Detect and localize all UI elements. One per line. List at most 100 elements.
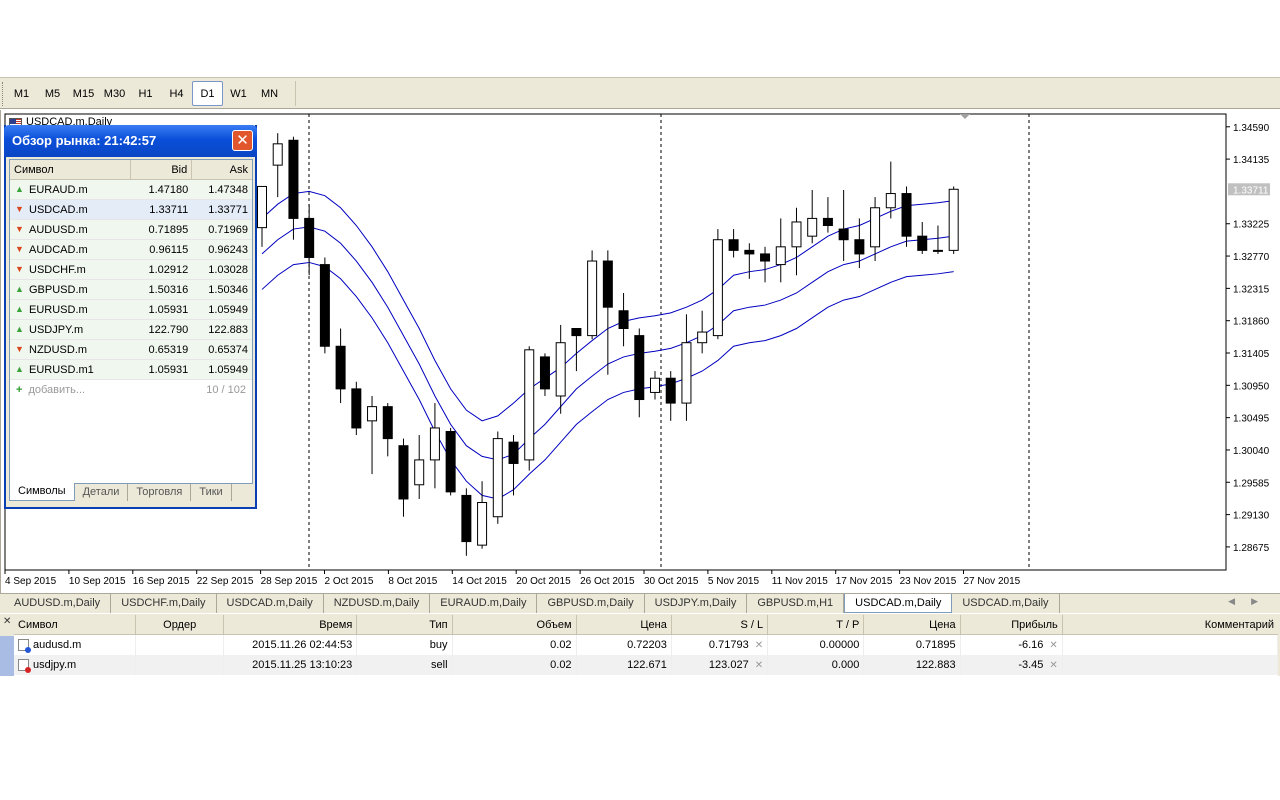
chart-tab[interactable]: GBPUSD.m,Daily	[537, 594, 645, 613]
bull-candle[interactable]	[870, 207, 881, 248]
timeframe-button-mn[interactable]: MN	[254, 81, 285, 106]
bear-candle[interactable]	[335, 345, 346, 390]
bear-candle[interactable]	[304, 217, 315, 258]
market-watch-row[interactable]: ▼ AUDUSD.m 0.71895 0.71969	[10, 220, 252, 240]
market-watch-titlebar[interactable]: Обзор рынка: 21:42:57 ✕	[4, 125, 257, 157]
column-header-type[interactable]: Тип	[357, 615, 453, 634]
bear-candle[interactable]	[445, 430, 456, 493]
bull-candle[interactable]	[948, 188, 959, 251]
chart-tab[interactable]: USDCAD.m,Daily	[952, 594, 1060, 613]
bear-candle[interactable]	[508, 441, 519, 464]
bear-candle[interactable]	[854, 239, 865, 255]
bull-candle[interactable]	[257, 185, 267, 229]
bull-candle[interactable]	[807, 217, 818, 237]
add-symbol-row[interactable]: + добавить... 10 / 102	[10, 380, 252, 400]
bull-candle[interactable]	[367, 406, 378, 422]
bear-candle[interactable]	[539, 356, 550, 390]
market-watch-row[interactable]: ▲ EURAUD.m 1.47180 1.47348	[10, 180, 252, 200]
trade-stop-loss[interactable]: 0.71793 ✕	[672, 635, 769, 655]
tab-scroll-arrows[interactable]: ◀▶	[1228, 596, 1274, 607]
bull-candle[interactable]	[681, 342, 692, 404]
close-icon[interactable]: ✕	[232, 130, 253, 151]
bear-candle[interactable]	[351, 388, 362, 429]
market-watch-row[interactable]: ▼ AUDCAD.m 0.96115 0.96243	[10, 240, 252, 260]
bull-candle[interactable]	[885, 193, 896, 209]
bull-candle[interactable]	[697, 331, 708, 344]
bull-candle[interactable]	[414, 459, 425, 486]
chart-tab[interactable]: USDJPY.m,Daily	[645, 594, 748, 613]
trade-row[interactable]: audusd.m 2015.11.26 02:44:53 buy 0.02 0.7220…	[14, 635, 1279, 655]
remove-sl-icon[interactable]: ✕	[755, 640, 763, 651]
timeframe-button-w1[interactable]: W1	[223, 81, 254, 106]
bull-candle[interactable]	[932, 249, 943, 252]
trade-stop-loss[interactable]: 123.027 ✕	[672, 655, 769, 675]
market-watch-tab[interactable]: Торговля	[128, 484, 192, 501]
column-header-volume[interactable]: Объем	[453, 615, 577, 634]
bear-candle[interactable]	[602, 260, 613, 308]
bear-candle[interactable]	[665, 377, 676, 404]
column-header-profit[interactable]: Прибыль	[961, 615, 1063, 634]
close-position-icon[interactable]: ✕	[1049, 640, 1057, 651]
bear-candle[interactable]	[760, 253, 771, 262]
column-header-symbol[interactable]: Символ	[14, 615, 137, 634]
market-watch-row[interactable]: ▲ EURUSD.m 1.05931 1.05949	[10, 300, 252, 320]
close-position-icon[interactable]: ✕	[1049, 660, 1057, 671]
timeframe-button-m30[interactable]: M30	[99, 81, 130, 106]
bear-candle[interactable]	[382, 406, 393, 440]
bull-candle[interactable]	[272, 143, 283, 166]
market-watch-row[interactable]: ▲ GBPUSD.m 1.50316 1.50346	[10, 280, 252, 300]
close-icon[interactable]: ✕	[3, 616, 11, 627]
column-header-order[interactable]: Ордер	[136, 615, 225, 634]
column-header-sl[interactable]: S / L	[672, 615, 769, 634]
bear-candle[interactable]	[634, 335, 645, 401]
bear-candle[interactable]	[398, 445, 409, 500]
bull-candle[interactable]	[712, 239, 723, 337]
bear-candle[interactable]	[744, 249, 755, 255]
chart-tab[interactable]: USDCAD.m,Daily	[217, 594, 324, 613]
market-watch-row[interactable]: ▲ EURUSD.m1 1.05931 1.05949	[10, 360, 252, 380]
bear-candle[interactable]	[618, 310, 629, 330]
bull-candle[interactable]	[524, 349, 535, 461]
market-watch-tab[interactable]: Символы	[9, 483, 75, 501]
bear-candle[interactable]	[319, 264, 330, 347]
bear-candle[interactable]	[822, 217, 833, 227]
timeframe-button-m15[interactable]: M15	[68, 81, 99, 106]
bull-candle[interactable]	[429, 427, 440, 461]
column-header-ask[interactable]: Ask	[192, 160, 252, 179]
chart-tab[interactable]: EURAUD.m,Daily	[430, 594, 538, 613]
timeframe-button-m1[interactable]: M1	[6, 81, 37, 106]
bear-candle[interactable]	[728, 239, 739, 251]
bull-candle[interactable]	[492, 438, 503, 518]
remove-sl-icon[interactable]: ✕	[755, 660, 763, 671]
column-header-comment[interactable]: Комментарий	[1063, 615, 1278, 634]
chart-tab[interactable]: GBPUSD.m,H1	[747, 594, 845, 613]
market-watch-tab[interactable]: Детали	[75, 484, 129, 501]
bull-candle[interactable]	[650, 377, 660, 393]
bear-candle[interactable]	[288, 139, 299, 219]
bear-candle[interactable]	[917, 235, 928, 251]
chart-tab[interactable]: AUDUSD.m,Daily	[4, 594, 112, 613]
market-watch-tab[interactable]: Тики	[191, 484, 232, 501]
bear-candle[interactable]	[901, 193, 912, 237]
bear-candle[interactable]	[838, 228, 849, 241]
market-watch-row[interactable]: ▼ USDCAD.m 1.33711 1.33771	[10, 200, 252, 220]
chart-tab[interactable]: USDCHF.m,Daily	[111, 594, 217, 613]
column-header-bid[interactable]: Bid	[131, 160, 193, 179]
timeframe-button-h4[interactable]: H4	[161, 81, 192, 106]
timeframe-button-m5[interactable]: M5	[37, 81, 68, 106]
bull-candle[interactable]	[555, 342, 566, 397]
column-header-price[interactable]: Цена	[577, 615, 672, 634]
timeframe-button-d1[interactable]: D1	[192, 81, 223, 106]
chart-tab[interactable]: NZDUSD.m,Daily	[324, 594, 431, 613]
market-watch-row[interactable]: ▲ USDJPY.m 122.790 122.883	[10, 320, 252, 340]
toolbar-grip[interactable]	[2, 82, 5, 106]
trade-row[interactable]: usdjpy.m 2015.11.25 13:10:23 sell 0.02 122.6…	[14, 655, 1279, 675]
bear-candle[interactable]	[571, 328, 582, 337]
add-symbol-label[interactable]: добавить...	[28, 380, 85, 400]
market-watch-row[interactable]: ▼ USDCHF.m 1.02912 1.03028	[10, 260, 252, 280]
market-watch-row[interactable]: ▼ NZDUSD.m 0.65319 0.65374	[10, 340, 252, 360]
bull-candle[interactable]	[791, 221, 802, 248]
bull-candle[interactable]	[477, 502, 488, 546]
column-header-time[interactable]: Время	[224, 615, 358, 634]
column-header-tp[interactable]: T / P	[768, 615, 865, 634]
